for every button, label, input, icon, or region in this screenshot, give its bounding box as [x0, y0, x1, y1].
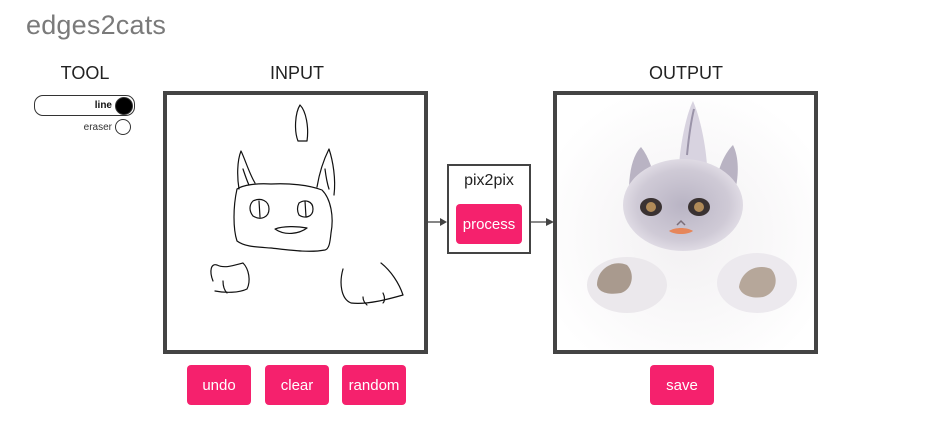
arrow-right-icon — [428, 218, 447, 226]
arrow-right-icon — [531, 218, 554, 226]
tool-label: TOOL — [60, 63, 110, 83]
tool-option-line-label: line — [94, 100, 112, 111]
save-button[interactable]: save — [650, 365, 714, 405]
tool-option-line[interactable]: line — [34, 95, 135, 116]
radio-filled-icon — [115, 96, 133, 115]
output-label: OUTPUT — [649, 63, 723, 83]
generated-cat-image — [557, 95, 814, 350]
output-image — [553, 91, 818, 354]
input-label: INPUT — [270, 63, 324, 83]
tool-option-eraser[interactable]: eraser — [34, 118, 132, 136]
app-title: edges2cats — [26, 10, 167, 40]
undo-button[interactable]: undo — [187, 365, 251, 405]
clear-button[interactable]: clear — [265, 365, 329, 405]
cat-sketch-drawing — [210, 104, 404, 306]
random-button[interactable]: random — [342, 365, 406, 405]
radio-empty-icon — [115, 119, 131, 135]
model-name: pix2pix — [464, 172, 514, 189]
tool-option-eraser-label: eraser — [83, 121, 112, 133]
process-button[interactable]: process — [456, 204, 522, 244]
model-box: pix2pix process — [447, 164, 531, 254]
input-drawing-canvas[interactable] — [163, 91, 428, 354]
